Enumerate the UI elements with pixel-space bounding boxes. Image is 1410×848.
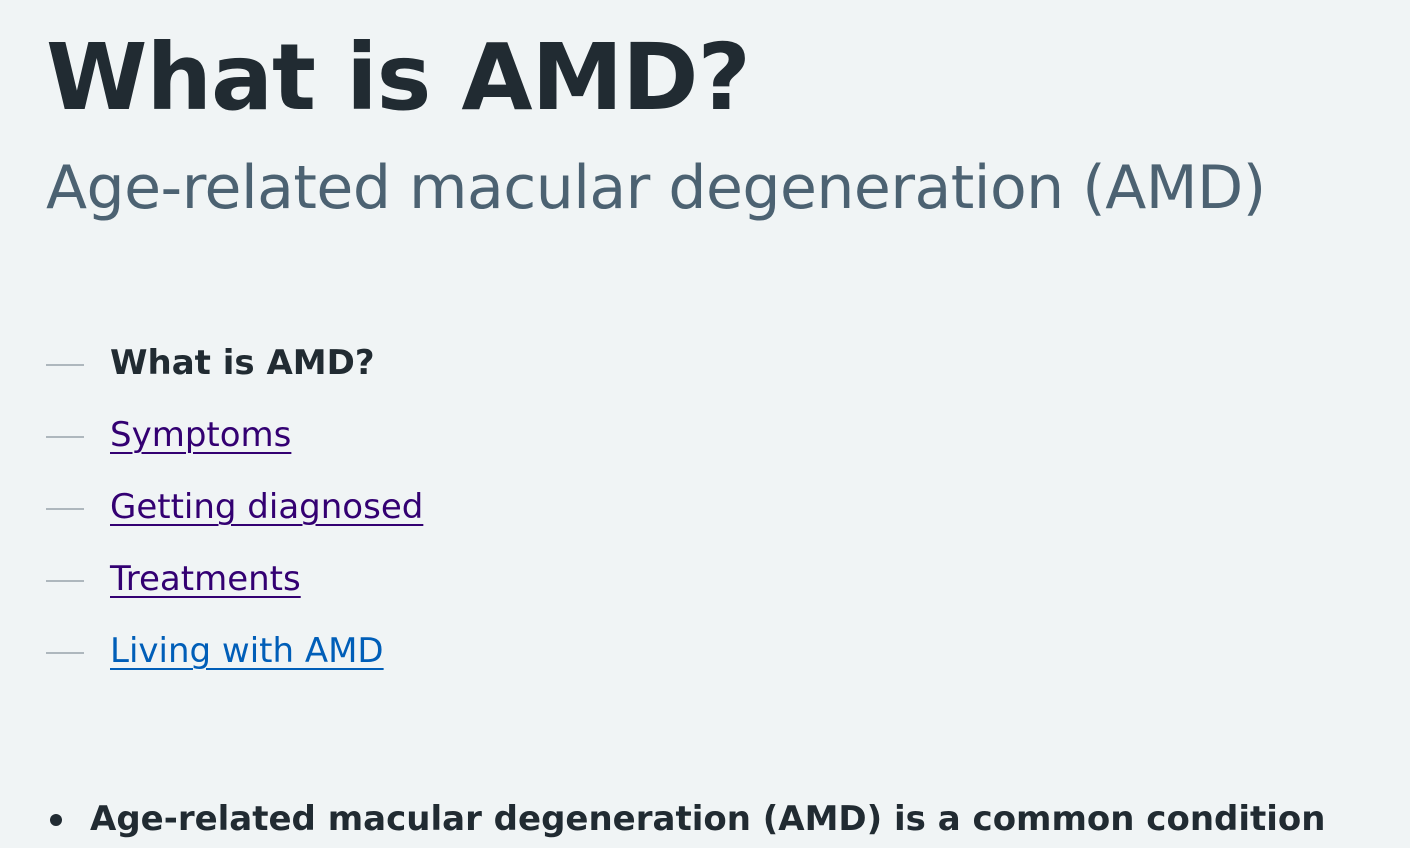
dash-icon	[46, 436, 84, 438]
getting-diagnosed-link[interactable]: Getting diagnosed	[110, 480, 423, 534]
treatments-link[interactable]: Treatments	[110, 552, 301, 606]
summary-item: Age-related macular degeneration (AMD) i…	[46, 792, 1326, 846]
page-subtitle: Age-related macular degeneration (AMD)	[46, 153, 1266, 223]
contents-item-treatments: Treatments	[46, 552, 746, 624]
summary-list: Age-related macular degeneration (AMD) i…	[46, 792, 1326, 846]
contents-item-living-with-amd: Living with AMD	[46, 624, 746, 696]
bullet-icon	[50, 814, 62, 826]
page-title: What is AMD?	[46, 24, 751, 131]
living-with-amd-link[interactable]: Living with AMD	[110, 624, 384, 678]
contents-item-what-is-amd: What is AMD?	[46, 336, 746, 408]
dash-icon	[46, 508, 84, 510]
dash-icon	[46, 580, 84, 582]
summary-item-text: Age-related macular degeneration (AMD) i…	[90, 799, 1326, 839]
dash-icon	[46, 364, 84, 366]
contents-item-getting-diagnosed: Getting diagnosed	[46, 480, 746, 552]
symptoms-link[interactable]: Symptoms	[110, 408, 291, 462]
dash-icon	[46, 652, 84, 654]
contents-list: What is AMD? Symptoms Getting diagnosed …	[46, 336, 746, 696]
page: What is AMD? Age-related macular degener…	[0, 0, 1410, 848]
contents-current-page: What is AMD?	[110, 343, 375, 383]
contents-item-symptoms: Symptoms	[46, 408, 746, 480]
contents-navigation: What is AMD? Symptoms Getting diagnosed …	[46, 336, 746, 696]
